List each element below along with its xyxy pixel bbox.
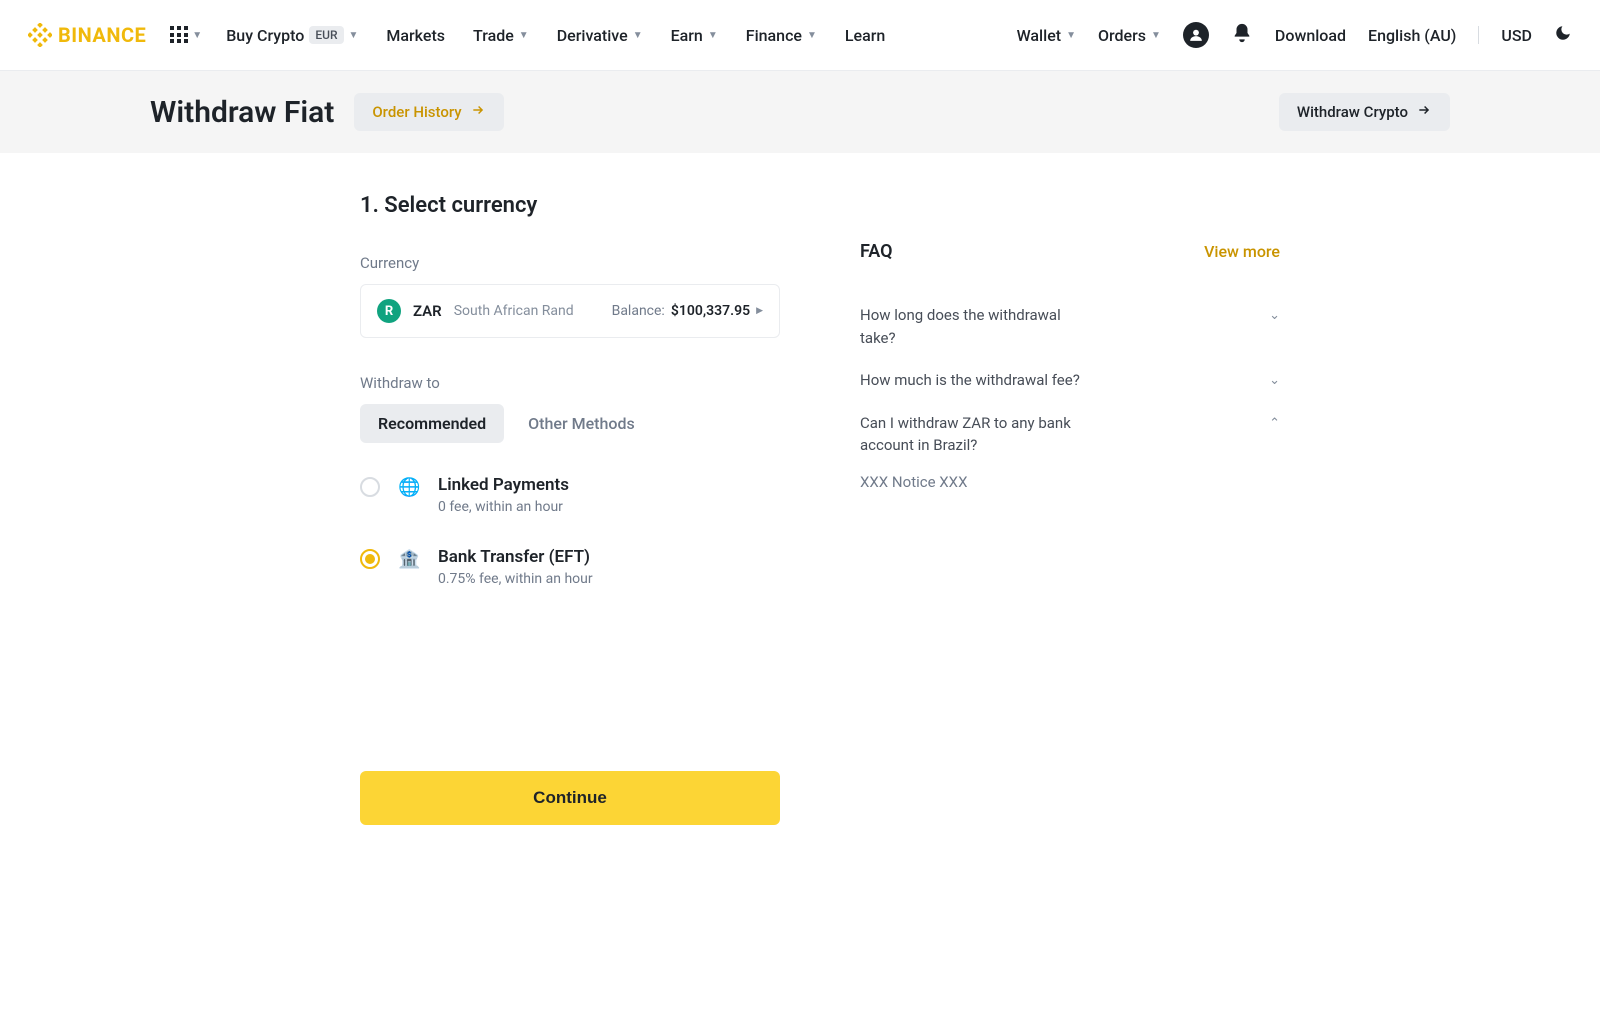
nav-learn[interactable]: Learn [845,26,885,45]
account-icon[interactable] [1183,22,1209,48]
moon-icon [1554,24,1572,42]
nav-label: Learn [845,26,885,45]
nav-label: English (AU) [1368,26,1456,45]
chevron-up-icon: ⌃ [1269,412,1280,431]
chevron-down-icon: ▼ [1066,30,1076,41]
nav-finance[interactable]: Finance ▼ [746,26,817,45]
arrow-right-icon [1416,103,1432,121]
chevron-down-icon: ▼ [1151,30,1161,41]
tab-other-methods[interactable]: Other Methods [510,404,653,443]
currency-badge: EUR [309,26,343,44]
method-bank-transfer[interactable]: 🏦 Bank Transfer (EFT) 0.75% fee, within … [360,539,780,611]
nav-language[interactable]: English (AU) [1368,26,1456,45]
form-column: 1. Select currency Currency R ZAR South … [20,193,780,953]
method-name: Bank Transfer (EFT) [438,547,593,567]
faq-column: FAQ View more How long does the withdraw… [860,193,1280,953]
method-desc: 0 fee, within an hour [438,499,569,515]
withdraw-to-label: Withdraw to [360,374,780,392]
chevron-down-icon: ⌄ [1269,304,1280,323]
globe-icon: 🌐 [398,477,420,498]
step-title: 1. Select currency [360,193,780,218]
nav-derivative[interactable]: Derivative ▼ [557,26,643,45]
order-history-button[interactable]: Order History [354,93,503,131]
bank-icon: 🏦 [398,549,420,570]
nav-buy-crypto[interactable]: Buy Crypto EUR ▼ [226,26,358,45]
nav-label: Download [1275,26,1346,45]
button-label: Withdraw Crypto [1297,103,1408,121]
chevron-down-icon: ▼ [519,30,529,41]
chevron-down-icon: ▼ [192,30,202,41]
method-desc: 0.75% fee, within an hour [438,571,593,587]
balance-label: Balance: [612,303,665,319]
nav-markets[interactable]: Markets [386,26,445,45]
faq-answer: XXX Notice XXX [860,467,1280,491]
nav-orders[interactable]: Orders ▼ [1098,26,1161,45]
faq-question: Can I withdraw ZAR to any bank account i… [860,412,1090,457]
faq-item-withdrawal-fee[interactable]: How much is the withdrawal fee? ⌄ [860,359,1280,402]
chevron-down-icon: ▼ [633,30,643,41]
nav-earn[interactable]: Earn ▼ [671,26,718,45]
divider [1478,26,1479,44]
nav-fiat[interactable]: USD [1501,26,1532,45]
grid-icon [170,26,188,44]
nav-left: Buy Crypto EUR ▼ Markets Trade ▼ Derivati… [226,26,885,45]
radio-unselected[interactable] [360,477,380,497]
continue-button[interactable]: Continue [360,771,780,825]
currency-field-label: Currency [360,254,780,272]
arrow-right-icon [470,103,486,121]
apps-grid-button[interactable]: ▼ [170,26,202,44]
radio-selected[interactable] [360,549,380,569]
currency-code: ZAR [413,302,442,320]
nav-label: Wallet [1017,26,1062,45]
balance-display: Balance: $100,337.95 ▶ [612,303,763,319]
nav-label: Markets [386,26,445,45]
method-name: Linked Payments [438,475,569,495]
nav-wallet[interactable]: Wallet ▼ [1017,26,1076,45]
currency-icon: R [377,299,401,323]
method-tabs: Recommended Other Methods [360,404,780,443]
top-nav: BINANCE ▼ Buy Crypto EUR ▼ Markets Trade… [0,0,1600,70]
method-linked-payments[interactable]: 🌐 Linked Payments 0 fee, within an hour [360,467,780,539]
faq-question: How much is the withdrawal fee? [860,369,1080,392]
chevron-down-icon: ▼ [708,30,718,41]
notifications-icon[interactable] [1231,22,1253,48]
nav-label: Orders [1098,26,1146,45]
balance-value: $100,337.95 [671,303,750,319]
faq-item-zar-brazil[interactable]: Can I withdraw ZAR to any bank account i… [860,402,1280,467]
button-label: Order History [372,103,461,121]
nav-label: Earn [671,26,703,45]
tab-recommended[interactable]: Recommended [360,404,504,443]
faq-question: How long does the withdrawal take? [860,304,1090,349]
chevron-down-icon: ▼ [807,30,817,41]
subheader: Withdraw Fiat Order History Withdraw Cry… [0,70,1600,153]
faq-view-more[interactable]: View more [1204,242,1280,261]
nav-trade[interactable]: Trade ▼ [473,26,529,45]
brand-name: BINANCE [58,23,146,47]
currency-selector[interactable]: R ZAR South African Rand Balance: $100,3… [360,284,780,338]
nav-label: Derivative [557,26,628,45]
currency-name: South African Rand [454,303,574,319]
faq-item-withdrawal-time[interactable]: How long does the withdrawal take? ⌄ [860,294,1280,359]
nav-right: Wallet ▼ Orders ▼ Download English (AU) US… [1017,22,1572,48]
withdraw-crypto-button[interactable]: Withdraw Crypto [1279,93,1450,131]
nav-label: Trade [473,26,514,45]
page-title: Withdraw Fiat [150,95,334,130]
nav-label: Buy Crypto [226,26,304,45]
nav-label: Finance [746,26,802,45]
chevron-down-icon: ▼ [349,30,359,41]
chevron-down-icon: ⌄ [1269,369,1280,388]
main-card: 1. Select currency Currency R ZAR South … [20,153,1580,1013]
caret-right-icon: ▶ [756,306,763,316]
binance-logo-icon [28,23,52,47]
brand-logo[interactable]: BINANCE [28,23,146,47]
nav-label: USD [1501,26,1532,45]
faq-title: FAQ [860,241,893,262]
theme-toggle[interactable] [1554,24,1572,46]
nav-download[interactable]: Download [1275,26,1346,45]
